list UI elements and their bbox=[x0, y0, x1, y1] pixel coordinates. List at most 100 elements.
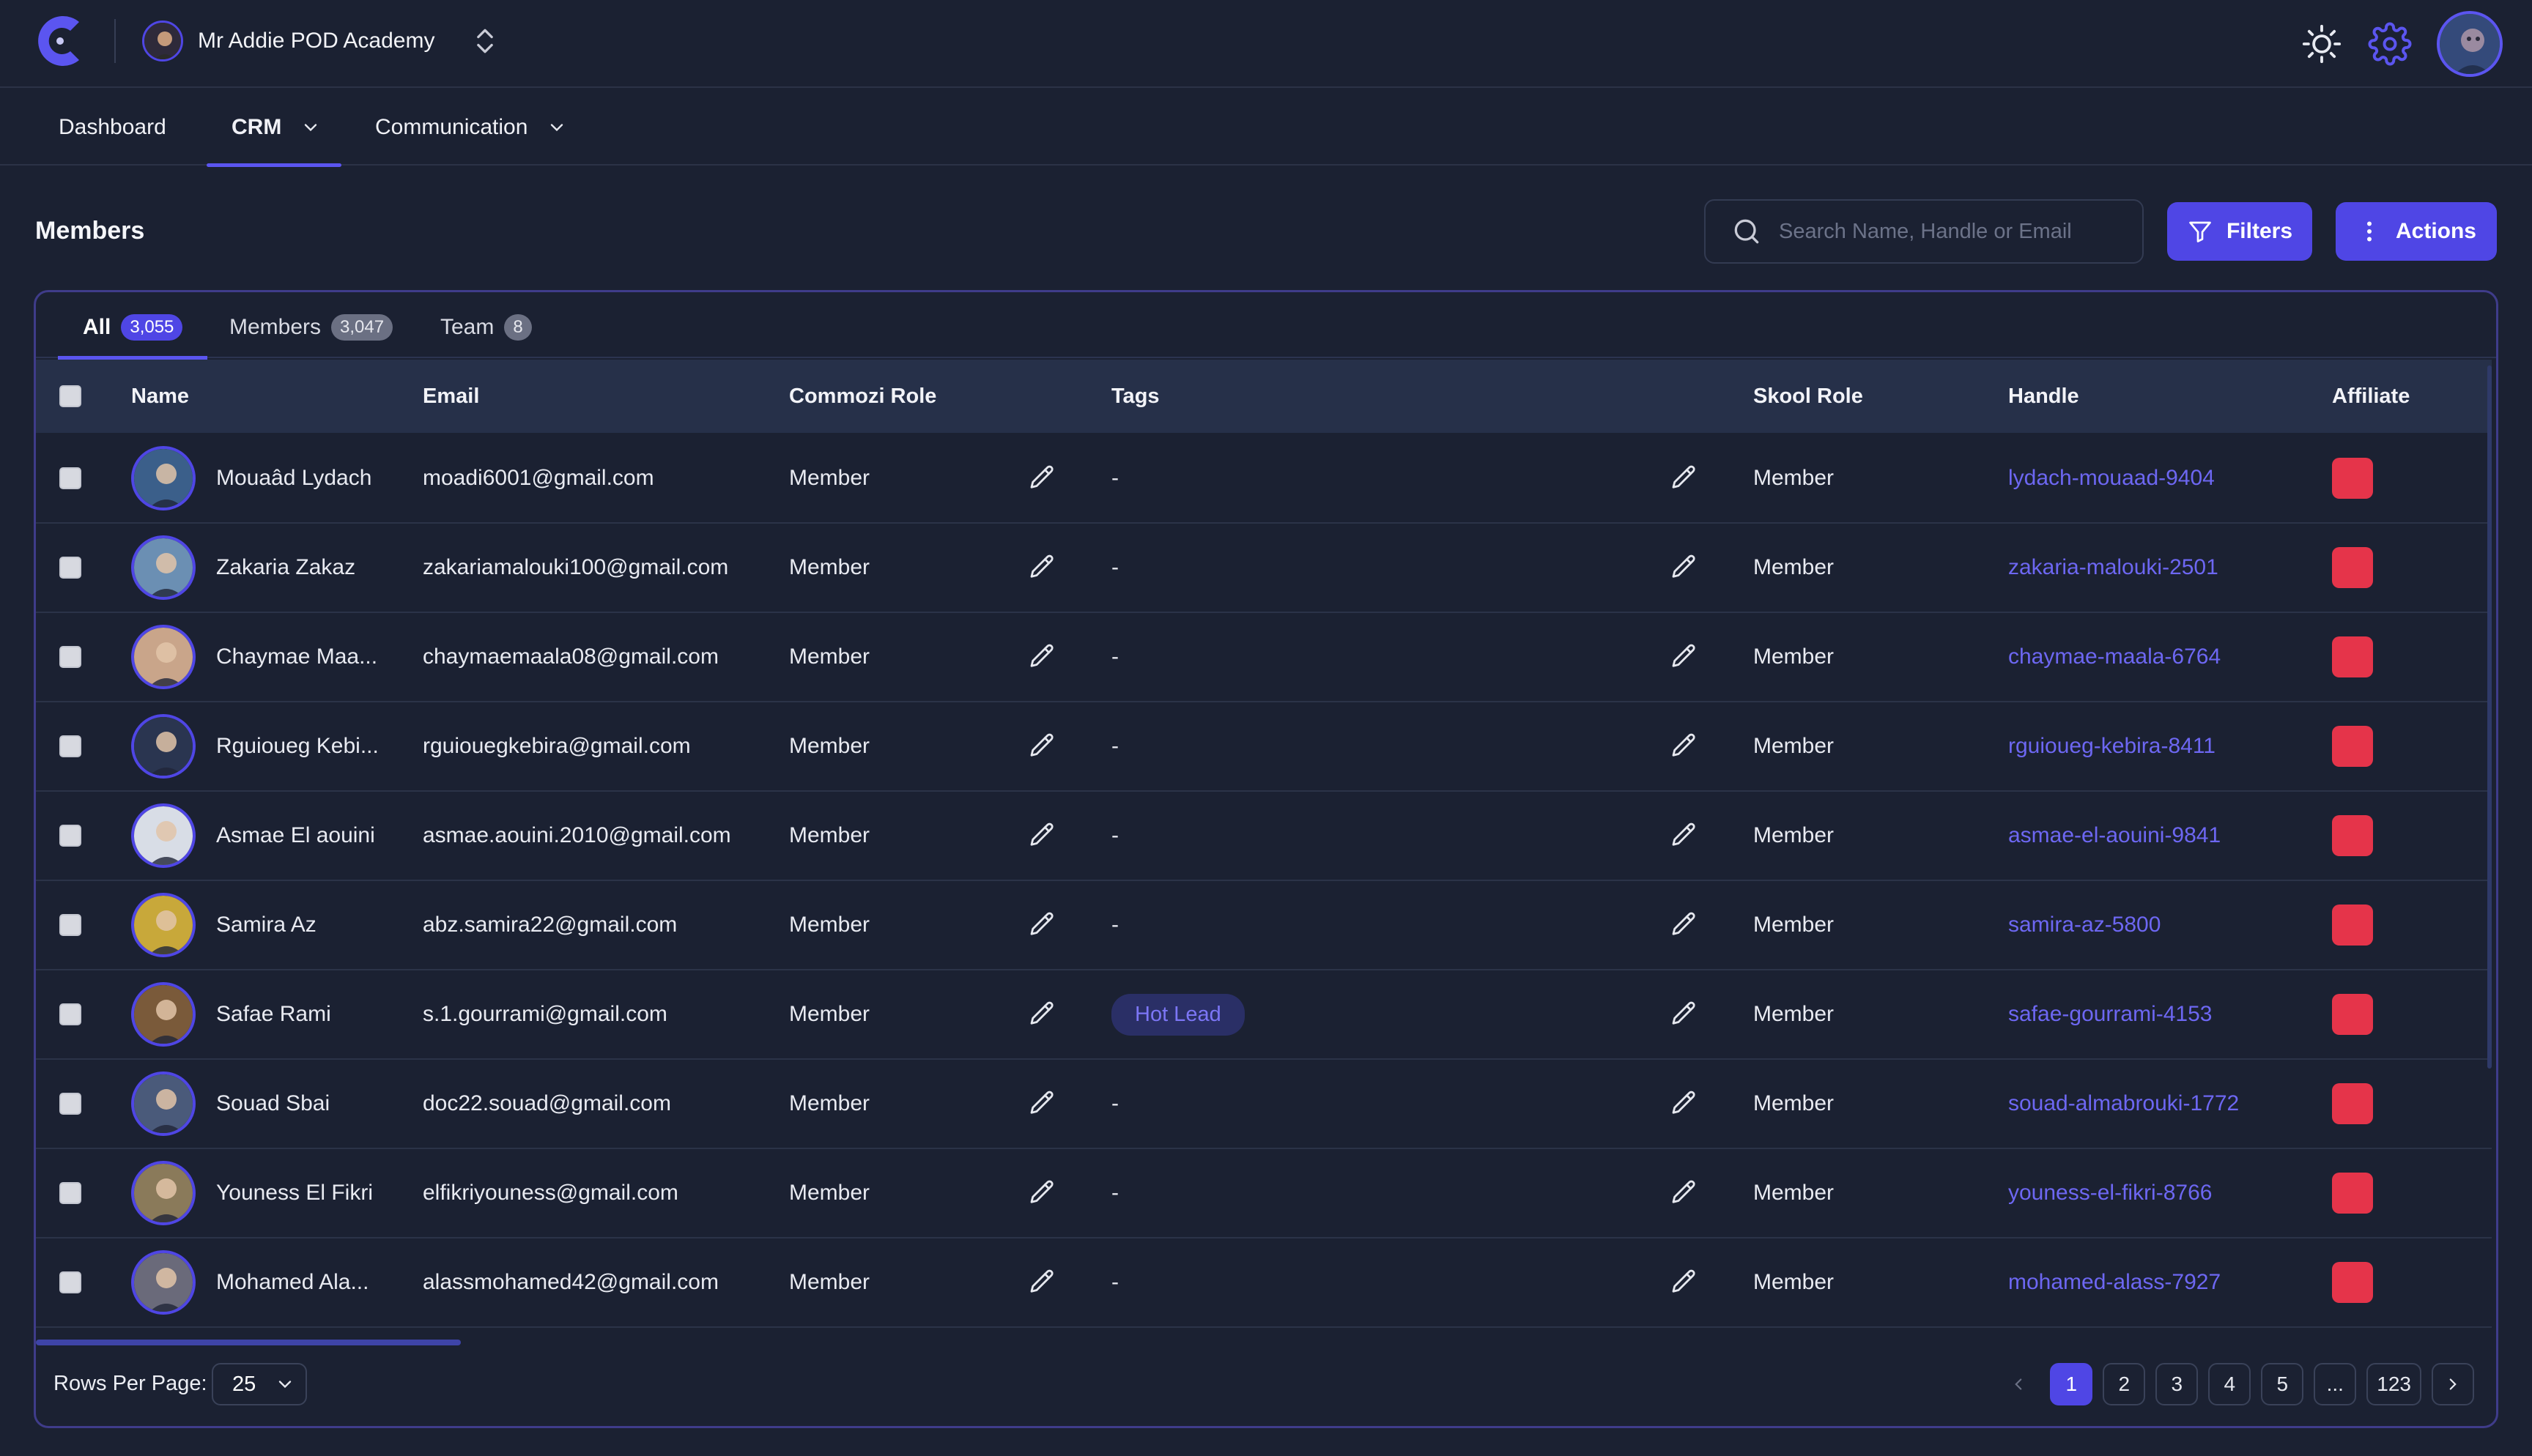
table-row[interactable]: Mouaâd Lydach moadi6001@gmail.com Member… bbox=[36, 434, 2492, 524]
row-checkbox[interactable] bbox=[59, 735, 81, 757]
member-handle-link[interactable]: youness-el-fikri-8766 bbox=[2008, 1149, 2212, 1237]
edit-tags-button[interactable] bbox=[1668, 613, 1699, 701]
member-handle-link[interactable]: mohamed-alass-7927 bbox=[2008, 1238, 2221, 1326]
table-row[interactable]: Souad Sbai doc22.souad@gmail.com Member … bbox=[36, 1060, 2492, 1149]
edit-role-button[interactable] bbox=[1026, 524, 1057, 612]
column-header-email[interactable]: Email bbox=[423, 385, 479, 409]
edit-role-button[interactable] bbox=[1026, 1238, 1057, 1326]
table-row[interactable]: Asmae El aouini asmae.aouini.2010@gmail.… bbox=[36, 792, 2492, 881]
member-name-cell[interactable]: Souad Sbai bbox=[131, 1060, 330, 1148]
row-checkbox[interactable] bbox=[59, 1003, 81, 1025]
member-handle-link[interactable]: souad-almabrouki-1772 bbox=[2008, 1060, 2239, 1148]
filters-button[interactable]: Filters bbox=[2167, 202, 2312, 261]
member-name-cell[interactable]: Mouaâd Lydach bbox=[131, 434, 371, 522]
tag-chip[interactable]: Hot Lead bbox=[1111, 993, 1245, 1036]
next-page-button[interactable] bbox=[2432, 1363, 2474, 1405]
edit-tags-button[interactable] bbox=[1668, 1060, 1699, 1148]
member-handle-link[interactable]: samira-az-5800 bbox=[2008, 881, 2161, 969]
member-name-cell[interactable]: Asmae El aouini bbox=[131, 792, 375, 880]
edit-role-button[interactable] bbox=[1026, 613, 1057, 701]
column-header-skool-role[interactable]: Skool Role bbox=[1753, 385, 1863, 409]
edit-tags-button[interactable] bbox=[1668, 881, 1699, 969]
affiliate-indicator[interactable] bbox=[2332, 458, 2373, 499]
row-checkbox[interactable] bbox=[59, 1271, 81, 1293]
edit-tags-button[interactable] bbox=[1668, 702, 1699, 790]
edit-tags-button[interactable] bbox=[1668, 524, 1699, 612]
table-row[interactable]: Mohamed Ala... alassmohamed42@gmail.com … bbox=[36, 1238, 2492, 1328]
nav-communication[interactable]: Communication bbox=[375, 89, 567, 166]
affiliate-indicator[interactable] bbox=[2332, 1173, 2373, 1214]
page-button[interactable]: 5 bbox=[2261, 1363, 2304, 1405]
column-header-commozi-role[interactable]: Commozi Role bbox=[789, 385, 936, 409]
member-handle-link[interactable]: lydach-mouaad-9404 bbox=[2008, 434, 2215, 522]
member-name-cell[interactable]: Chaymae Maa... bbox=[131, 613, 377, 701]
affiliate-indicator[interactable] bbox=[2332, 905, 2373, 946]
member-handle-link[interactable]: chaymae-maala-6764 bbox=[2008, 613, 2221, 701]
prev-page-button[interactable] bbox=[1997, 1363, 2040, 1405]
member-name-cell[interactable]: Youness El Fikri bbox=[131, 1149, 373, 1237]
edit-tags-button[interactable] bbox=[1668, 792, 1699, 880]
tab-team[interactable]: Team 8 bbox=[440, 305, 532, 349]
member-name-cell[interactable]: Samira Az bbox=[131, 881, 316, 969]
member-handle-link[interactable]: safae-gourrami-4153 bbox=[2008, 970, 2212, 1058]
workspace-selector[interactable]: Mr Addie POD Academy bbox=[142, 19, 434, 63]
table-row[interactable]: Chaymae Maa... chaymaemaala08@gmail.com … bbox=[36, 613, 2492, 702]
column-header-name[interactable]: Name bbox=[131, 385, 189, 409]
member-handle-link[interactable]: asmae-el-aouini-9841 bbox=[2008, 792, 2221, 880]
search-input[interactable] bbox=[1779, 219, 2123, 244]
column-header-tags[interactable]: Tags bbox=[1111, 385, 1160, 409]
commozi-logo[interactable] bbox=[35, 12, 92, 70]
row-checkbox[interactable] bbox=[59, 914, 81, 936]
edit-role-button[interactable] bbox=[1026, 792, 1057, 880]
edit-role-button[interactable] bbox=[1026, 881, 1057, 969]
edit-role-button[interactable] bbox=[1026, 1149, 1057, 1237]
affiliate-indicator[interactable] bbox=[2332, 815, 2373, 856]
member-name-cell[interactable]: Mohamed Ala... bbox=[131, 1238, 369, 1326]
search-box[interactable] bbox=[1704, 199, 2144, 264]
row-checkbox[interactable] bbox=[59, 557, 81, 579]
actions-button[interactable]: Actions bbox=[2336, 202, 2497, 261]
affiliate-indicator[interactable] bbox=[2332, 726, 2373, 767]
tab-all[interactable]: All 3,055 bbox=[57, 305, 208, 360]
page-button[interactable]: 3 bbox=[2155, 1363, 2199, 1405]
edit-role-button[interactable] bbox=[1026, 434, 1057, 522]
affiliate-indicator[interactable] bbox=[2332, 636, 2373, 677]
member-handle-link[interactable]: zakaria-malouki-2501 bbox=[2008, 524, 2218, 612]
row-checkbox[interactable] bbox=[59, 1093, 81, 1115]
edit-role-button[interactable] bbox=[1026, 702, 1057, 790]
vertical-scrollbar[interactable] bbox=[2487, 365, 2492, 1069]
table-row[interactable]: Rguioueg Kebi... rguiouegkebira@gmail.co… bbox=[36, 702, 2492, 792]
column-header-handle[interactable]: Handle bbox=[2008, 385, 2079, 409]
edit-role-button[interactable] bbox=[1026, 1060, 1057, 1148]
edit-tags-button[interactable] bbox=[1668, 1149, 1699, 1237]
page-button[interactable]: 123 bbox=[2366, 1363, 2421, 1405]
affiliate-indicator[interactable] bbox=[2332, 1262, 2373, 1303]
user-avatar[interactable] bbox=[2437, 11, 2503, 77]
rows-per-page-select[interactable]: 25 bbox=[212, 1363, 307, 1405]
affiliate-indicator[interactable] bbox=[2332, 1083, 2373, 1124]
affiliate-indicator[interactable] bbox=[2332, 547, 2373, 588]
edit-tags-button[interactable] bbox=[1668, 434, 1699, 522]
row-checkbox[interactable] bbox=[59, 825, 81, 847]
member-name-cell[interactable]: Safae Rami bbox=[131, 970, 331, 1058]
table-row[interactable]: Safae Rami s.1.gourrami@gmail.com Member… bbox=[36, 970, 2492, 1060]
nav-crm[interactable]: CRM bbox=[206, 89, 342, 167]
page-button[interactable]: 2 bbox=[2103, 1363, 2146, 1405]
sun-icon[interactable] bbox=[2300, 23, 2343, 65]
table-row[interactable]: Samira Az abz.samira22@gmail.com Member … bbox=[36, 881, 2492, 970]
horizontal-scrollbar[interactable] bbox=[36, 1340, 461, 1345]
tab-members[interactable]: Members 3,047 bbox=[229, 305, 393, 349]
member-name-cell[interactable]: Rguioueg Kebi... bbox=[131, 702, 379, 790]
gear-icon[interactable] bbox=[2368, 22, 2412, 66]
edit-role-button[interactable] bbox=[1026, 970, 1057, 1058]
member-name-cell[interactable]: Zakaria Zakaz bbox=[131, 524, 355, 612]
row-checkbox[interactable] bbox=[59, 1182, 81, 1204]
affiliate-indicator[interactable] bbox=[2332, 994, 2373, 1035]
table-row[interactable]: Zakaria Zakaz zakariamalouki100@gmail.co… bbox=[36, 524, 2492, 613]
page-button[interactable]: 1 bbox=[2050, 1363, 2093, 1405]
column-header-affiliate[interactable]: Affiliate bbox=[2332, 385, 2410, 409]
table-row[interactable]: Youness El Fikri elfikriyouness@gmail.co… bbox=[36, 1149, 2492, 1238]
row-checkbox[interactable] bbox=[59, 646, 81, 668]
row-checkbox[interactable] bbox=[59, 467, 81, 489]
member-handle-link[interactable]: rguioueg-kebira-8411 bbox=[2008, 702, 2216, 790]
